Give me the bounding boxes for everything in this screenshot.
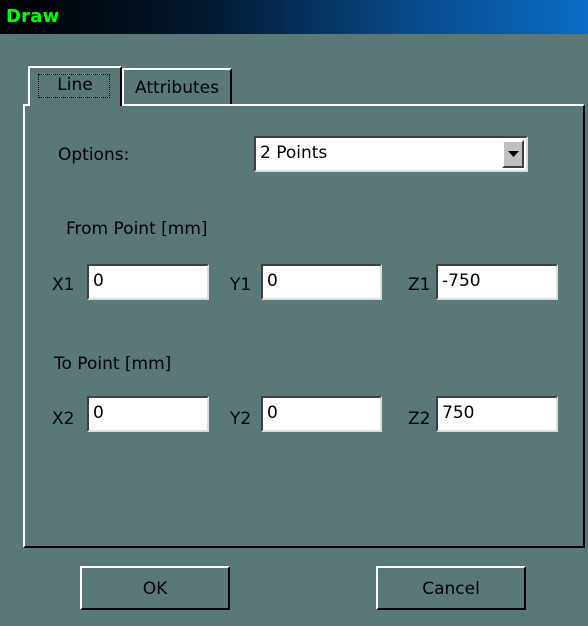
x1-label: X1 — [52, 275, 75, 295]
z2-input[interactable]: 750 — [436, 396, 558, 432]
options-label: Options: — [58, 145, 130, 165]
options-select[interactable]: 2 Points — [254, 136, 528, 172]
chevron-down-icon — [508, 151, 519, 157]
x2-label: X2 — [52, 409, 75, 429]
tab-line-label: Line — [57, 75, 93, 95]
to-point-heading: To Point [mm] — [54, 354, 172, 374]
tab-line[interactable]: Line — [28, 66, 122, 106]
z2-label: Z2 — [408, 409, 431, 429]
window-title: Draw — [6, 6, 60, 27]
y1-label: Y1 — [230, 275, 252, 295]
y2-label: Y2 — [230, 409, 252, 429]
draw-dialog-window: Draw Line Attributes Options: 2 Points F… — [0, 0, 588, 626]
title-bar[interactable]: Draw — [0, 0, 588, 34]
cancel-button[interactable]: Cancel — [376, 566, 526, 610]
from-point-heading: From Point [mm] — [66, 219, 208, 239]
options-selected-value: 2 Points — [260, 143, 328, 163]
tab-attributes[interactable]: Attributes — [122, 68, 232, 104]
y1-input[interactable]: 0 — [261, 264, 382, 300]
dropdown-arrow-button[interactable] — [502, 140, 524, 168]
x2-input[interactable]: 0 — [87, 396, 209, 432]
y2-input[interactable]: 0 — [261, 396, 382, 432]
ok-button-label: OK — [142, 579, 168, 599]
cancel-button-label: Cancel — [422, 579, 480, 599]
z1-label: Z1 — [408, 275, 431, 295]
tab-attributes-label: Attributes — [135, 78, 219, 98]
ok-button[interactable]: OK — [80, 566, 230, 610]
z1-input[interactable]: -750 — [436, 264, 558, 300]
x1-input[interactable]: 0 — [87, 264, 209, 300]
